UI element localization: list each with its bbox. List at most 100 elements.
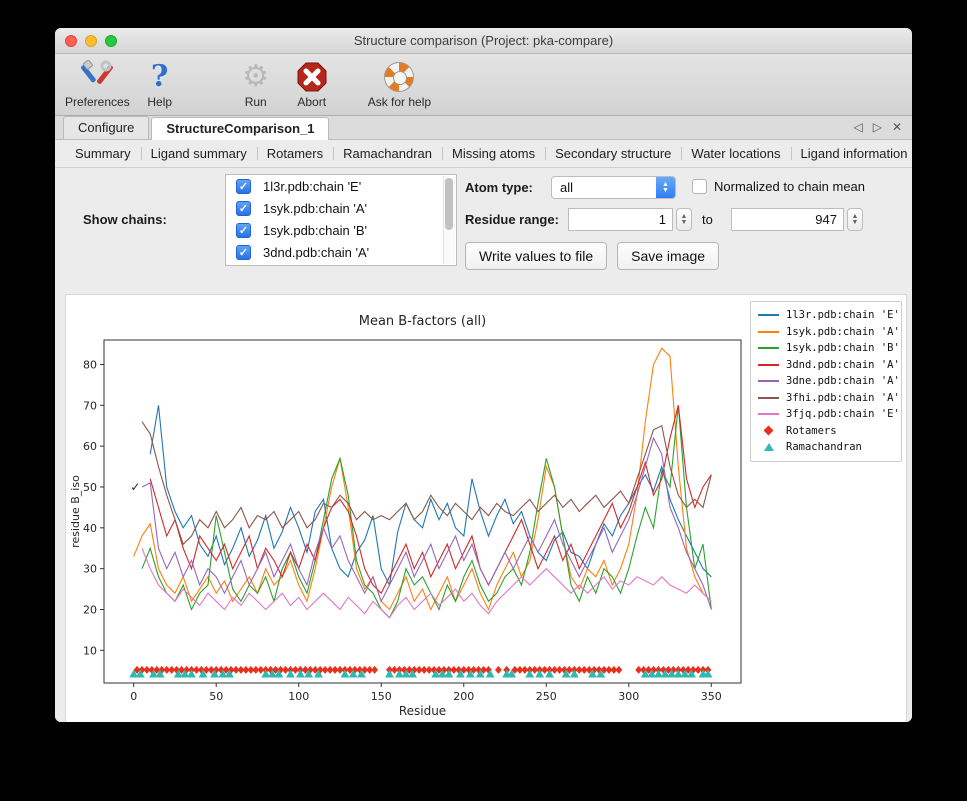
question-icon: ? (151, 60, 169, 94)
bfactor-plot-panel: Mean B-factors (all) Residue residue B_iso… (65, 294, 907, 722)
legend-label: 3dne.pdb:chain 'A' (786, 375, 900, 387)
toolbar-item-label: Preferences (65, 95, 130, 109)
tab-next-icon[interactable]: ▷ (873, 120, 882, 134)
toolbar-item-label: Run (245, 95, 267, 109)
y-tick-label: 80 (83, 359, 97, 372)
abort-icon (296, 58, 328, 96)
help-button[interactable]: ? Help (134, 58, 186, 109)
y-tick-label: 10 (83, 644, 97, 657)
legend-line-swatch (758, 314, 779, 316)
checkbox-unchecked-icon[interactable] (692, 179, 707, 194)
series-line (134, 348, 712, 609)
tab-missing-atoms[interactable]: Missing atoms (442, 143, 545, 164)
normalized-checkbox[interactable]: Normalized to chain mean (692, 179, 865, 194)
x-tick-label: 50 (209, 690, 223, 703)
preferences-button[interactable]: Preferences (65, 58, 130, 109)
chart-title: Mean B-factors (all) (359, 314, 487, 329)
y-tick-label: 50 (83, 481, 97, 494)
tab-ramachandran[interactable]: Ramachandran (333, 143, 442, 164)
report-tab-bar: SummaryLigand summaryRotamersRamachandra… (55, 140, 912, 168)
main-tab-bar: Configure StructureComparison_1 ◁ ▷ ✕ (55, 116, 912, 140)
toolbar-item-label: Ask for help (368, 95, 431, 109)
chain-label: 1syk.pdb:chain 'B' (263, 223, 367, 238)
x-tick-label: 0 (130, 690, 137, 703)
legend-label: 1l3r.pdb:chain 'E' (786, 309, 900, 321)
chains-scrollbar-thumb[interactable] (445, 178, 453, 230)
tab-secondary-structure[interactable]: Secondary structure (545, 143, 681, 164)
range-to-input[interactable]: 947 (731, 208, 844, 231)
legend-line-swatch (758, 347, 779, 349)
chain-label: 1syk.pdb:chain 'A' (263, 201, 367, 216)
chart-legend: 1l3r.pdb:chain 'E'1syk.pdb:chain 'A'1syk… (750, 301, 902, 462)
desktop-background: Structure comparison (Project: pka-compa… (0, 0, 967, 801)
zoom-window-button[interactable] (105, 35, 117, 47)
checkbox-checked-icon[interactable]: ✓ (236, 201, 251, 216)
tab-structurecomparison-1[interactable]: StructureComparison_1 (151, 117, 329, 140)
close-window-button[interactable] (65, 35, 77, 47)
traffic-lights (65, 35, 117, 47)
legend-label: 1syk.pdb:chain 'A' (786, 326, 900, 338)
atom-type-value: all (552, 180, 656, 195)
y-tick-label: 70 (83, 399, 97, 412)
rotamer-marker (495, 666, 502, 674)
title-bar[interactable]: Structure comparison (Project: pka-compa… (55, 28, 912, 54)
chain-list-item[interactable]: ✓ 1syk.pdb:chain 'A' (226, 197, 456, 219)
abort-button[interactable]: Abort (286, 58, 338, 109)
lifebuoy-icon (384, 62, 414, 92)
tab-configure[interactable]: Configure (63, 116, 149, 139)
range-to-stepper[interactable]: ▲▼ (847, 208, 863, 231)
show-chains-list[interactable]: ✓ 1l3r.pdb:chain 'E' ✓ 1syk.pdb:chain 'A' ✓ 1… (225, 174, 457, 266)
y-tick-label: 20 (83, 604, 97, 617)
window-title: Structure comparison (Project: pka-compa… (354, 33, 613, 48)
x-tick-label: 300 (618, 690, 639, 703)
series-line (142, 405, 711, 617)
legend-label: Rotamers (786, 425, 837, 437)
legend-entry: 1syk.pdb:chain 'A' (758, 324, 893, 341)
show-chains-label: Show chains: (83, 212, 167, 227)
legend-entry: 1l3r.pdb:chain 'E' (758, 307, 893, 324)
tab-ligand-summary[interactable]: Ligand summary (141, 143, 257, 164)
checkbox-checked-icon[interactable]: ✓ (236, 245, 251, 260)
legend-entry: Rotamers (758, 423, 893, 440)
residue-range-label: Residue range: (465, 212, 559, 227)
tab-rotamers[interactable]: Rotamers (257, 143, 333, 164)
normalized-label: Normalized to chain mean (714, 179, 865, 194)
legend-label: 1syk.pdb:chain 'B' (786, 342, 900, 354)
legend-triangle-icon (764, 443, 774, 451)
app-window: Structure comparison (Project: pka-compa… (55, 28, 912, 722)
legend-label: 3dnd.pdb:chain 'A' (786, 359, 900, 371)
x-tick-label: 100 (288, 690, 309, 703)
x-tick-label: 250 (536, 690, 557, 703)
ask-for-help-button[interactable]: Ask for help (368, 58, 431, 109)
chain-label: 1l3r.pdb:chain 'E' (263, 179, 361, 194)
tab-summary[interactable]: Summary (65, 143, 141, 164)
y-axis-label: residue B_iso (69, 475, 82, 548)
tools-icon (80, 58, 114, 96)
atom-type-select[interactable]: all ▲▼ (551, 176, 676, 199)
chain-list-item[interactable]: ✓ 1l3r.pdb:chain 'E' (226, 175, 456, 197)
x-axis-label: Residue (399, 704, 446, 718)
checkbox-checked-icon[interactable]: ✓ (236, 179, 251, 194)
tab-ligand-information[interactable]: Ligand information (791, 143, 912, 164)
run-button[interactable]: ⚙ Run (230, 58, 282, 109)
x-tick-label: 200 (453, 690, 474, 703)
minimize-window-button[interactable] (85, 35, 97, 47)
controls-panel: Show chains: ✓ 1l3r.pdb:chain 'E' ✓ 1syk.pd… (55, 168, 912, 290)
toolbar-item-label: Abort (297, 95, 326, 109)
rotamer-marker (371, 666, 378, 674)
check-annotation: ✓ (130, 480, 140, 494)
chain-list-item[interactable]: ✓ 1syk.pdb:chain 'B' (226, 219, 456, 241)
tab-water-locations[interactable]: Water locations (681, 143, 790, 164)
save-image-button[interactable]: Save image (617, 242, 719, 270)
tab-prev-icon[interactable]: ◁ (853, 120, 862, 134)
write-values-button[interactable]: Write values to file (465, 242, 607, 270)
chains-scrollbar[interactable] (443, 176, 455, 264)
tab-close-icon[interactable]: ✕ (892, 120, 902, 134)
range-from-input[interactable]: 1 (568, 208, 673, 231)
chain-list-item[interactable]: ✓3dnd.pdb:chain 'A' (226, 241, 456, 263)
legend-label: 3fhi.pdb:chain 'A' (786, 392, 900, 404)
checkbox-checked-icon[interactable]: ✓ (236, 223, 251, 238)
legend-line-swatch (758, 364, 779, 366)
range-from-stepper[interactable]: ▲▼ (676, 208, 692, 231)
legend-entry: Ramachandran (758, 439, 893, 456)
